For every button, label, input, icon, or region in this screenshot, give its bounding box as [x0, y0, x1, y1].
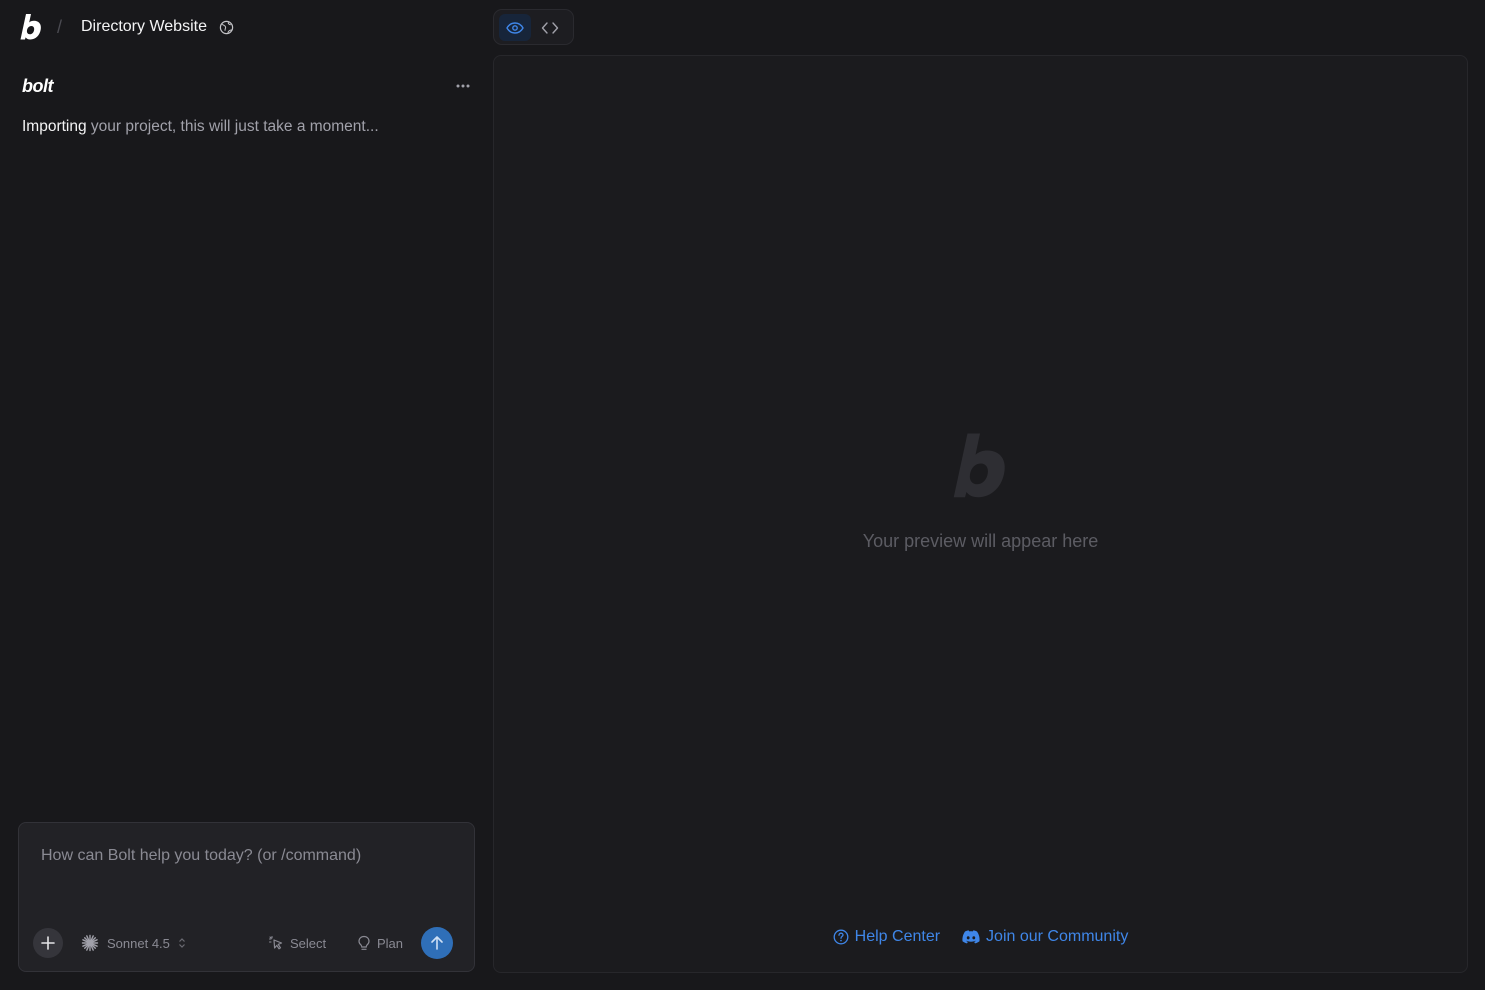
globe-icon[interactable]	[219, 20, 234, 35]
view-toggle	[493, 9, 574, 45]
preview-tab[interactable]	[499, 14, 531, 41]
arrow-up-icon	[431, 936, 443, 950]
model-name: Sonnet 4.5	[107, 935, 170, 951]
project-title[interactable]: Directory Website	[81, 18, 207, 36]
app-root: / Directory Website bolt Importing your …	[0, 0, 1485, 990]
send-button[interactable]	[421, 927, 453, 959]
bolt-logo-icon[interactable]	[20, 13, 42, 41]
import-status-message: Importing your project, this will just t…	[22, 118, 379, 136]
status-highlight: Importing	[22, 118, 87, 135]
preview-placeholder-message: Your preview will appear here	[862, 531, 1099, 551]
community-link[interactable]: Join our Community	[962, 928, 1128, 946]
help-circle-icon	[833, 929, 849, 945]
breadcrumb-separator: /	[57, 17, 63, 37]
chevron-up-down-icon	[178, 938, 185, 948]
preview-eye-icon	[506, 21, 524, 34]
model-selector[interactable]: Sonnet 4.5	[81, 933, 186, 953]
cursor-select-icon	[268, 935, 283, 950]
select-element-button[interactable]: Select	[268, 933, 326, 953]
status-text: your project, this will just take a mome…	[86, 118, 379, 135]
chat-composer: Sonnet 4.5 Select Plan	[18, 822, 475, 972]
code-tab[interactable]	[534, 14, 566, 41]
more-options-button[interactable]	[452, 78, 474, 94]
ellipsis-icon	[456, 84, 470, 88]
claude-sparkle-icon	[81, 934, 99, 952]
code-brackets-icon	[541, 21, 559, 34]
help-links: Help Center Join our Community	[494, 928, 1467, 946]
prompt-input[interactable]	[41, 847, 451, 907]
lightbulb-icon	[358, 935, 370, 950]
add-attachment-button[interactable]	[33, 928, 63, 958]
community-label: Join our Community	[986, 928, 1129, 945]
select-label: Select	[290, 935, 327, 951]
help-center-label: Help Center	[854, 928, 941, 945]
plus-icon	[41, 936, 55, 950]
plan-label: Plan	[377, 935, 404, 951]
help-center-link[interactable]: Help Center	[833, 928, 940, 946]
preview-panel: Your preview will appear here Help Cente…	[493, 55, 1468, 973]
bolt-wordmark: bolt	[22, 76, 54, 96]
discord-icon	[962, 930, 980, 944]
bolt-logo-placeholder-icon	[953, 433, 1005, 498]
plan-mode-button[interactable]: Plan	[357, 933, 403, 953]
